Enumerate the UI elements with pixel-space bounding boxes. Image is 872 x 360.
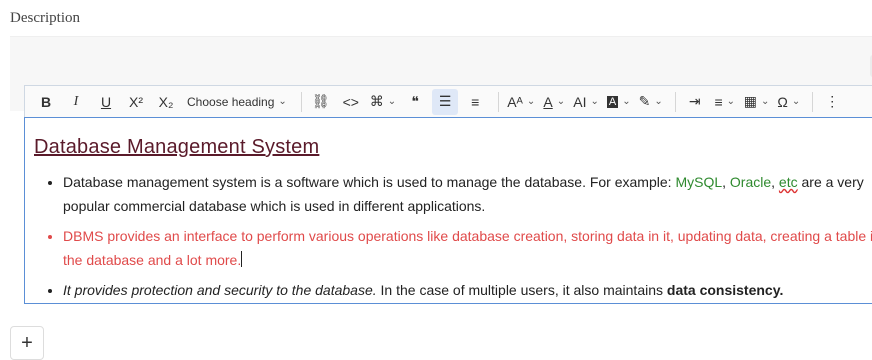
- chevron-down-icon: ⌄: [556, 96, 566, 107]
- mysql-link: MySQL: [675, 174, 723, 190]
- toolbar-divider: [674, 91, 676, 112]
- item3-italic: It provides protection and security to t…: [63, 282, 377, 298]
- indent-icon[interactable]: ⇥: [682, 89, 708, 115]
- align-label: ≡: [714, 93, 723, 110]
- etc-text: etc: [778, 174, 798, 190]
- code-icon[interactable]: <>: [338, 89, 364, 115]
- font-color-icon[interactable]: A ⌄: [541, 89, 567, 115]
- chevron-down-icon: ⌄: [590, 96, 599, 107]
- italic-button[interactable]: I: [63, 89, 89, 115]
- blockquote-icon[interactable]: ❝: [402, 89, 428, 115]
- toolbar-divider: [812, 91, 814, 112]
- editor-content[interactable]: Database Management System Database mana…: [24, 117, 872, 304]
- ai-label: AI: [573, 93, 587, 110]
- special-characters-icon[interactable]: Ω ⌄: [775, 89, 802, 115]
- highlight-label: ✎: [638, 93, 651, 109]
- list-item: DBMS provides an interface to perform va…: [63, 224, 872, 272]
- underline-button[interactable]: U: [93, 89, 119, 115]
- chevron-down-icon: ⌄: [654, 96, 663, 107]
- heading-label: Choose heading: [187, 94, 275, 109]
- subscript-button[interactable]: X₂: [153, 89, 179, 115]
- font-color-label: A: [543, 93, 553, 110]
- item1-sep: ,: [722, 174, 730, 190]
- superscript-button[interactable]: X²: [123, 89, 149, 115]
- numbered-list-icon[interactable]: ≡: [462, 89, 488, 115]
- insert-label: ⌘: [369, 93, 384, 109]
- chevron-down-icon: ⌄: [526, 96, 536, 107]
- font-size-icon[interactable]: Aᴬ ⌄: [505, 89, 537, 115]
- highlight-icon[interactable]: ✎ ⌄: [637, 89, 665, 115]
- list-item: It provides protection and security to t…: [63, 278, 872, 302]
- background-color-icon[interactable]: A ⌄: [605, 89, 633, 115]
- list-item: Database management system is a software…: [63, 170, 872, 218]
- chevron-down-icon: ⌄: [791, 96, 801, 107]
- toolbar-divider: [300, 91, 302, 112]
- heading-dropdown[interactable]: Choose heading ⌄: [183, 89, 291, 115]
- ai-assistant-icon[interactable]: AI ⌄: [571, 89, 601, 115]
- chevron-down-icon: ⌄: [622, 96, 631, 107]
- text-cursor: [241, 251, 243, 267]
- add-block-button[interactable]: +: [10, 326, 44, 360]
- special-chars-label: Ω: [777, 93, 788, 110]
- item3-text: In the case of multiple users, it also m…: [376, 282, 667, 298]
- table-label: ▦: [743, 93, 757, 109]
- document-heading: Database Management System: [34, 136, 320, 158]
- bold-button[interactable]: B: [33, 89, 59, 115]
- item2-text: DBMS provides an interface to perform va…: [63, 228, 872, 268]
- link-icon[interactable]: ⛓: [308, 89, 334, 115]
- more-toolbar-icon[interactable]: ⋮: [819, 89, 845, 115]
- chevron-down-icon: ⌄: [387, 96, 397, 107]
- chevron-down-icon: ⌄: [278, 96, 287, 107]
- align-icon[interactable]: ≡ ⌄: [712, 89, 738, 115]
- font-size-label: Aᴬ: [507, 93, 523, 110]
- item1-text-a: Database management system is a software…: [63, 174, 676, 190]
- table-icon[interactable]: ▦ ⌄: [742, 89, 772, 115]
- bullet-list-icon[interactable]: ☰: [432, 88, 459, 115]
- chevron-down-icon: ⌄: [760, 96, 770, 107]
- oracle-link: Oracle: [729, 174, 772, 190]
- item3-bold: data consistency.: [666, 282, 784, 298]
- bullet-list: Database management system is a software…: [25, 170, 872, 308]
- bg-color-label: A: [606, 95, 619, 108]
- toolbar-divider: [498, 91, 500, 112]
- insert-media-icon[interactable]: ⌘ ⌄: [368, 89, 398, 115]
- item1-comma: ,: [771, 174, 779, 190]
- chevron-down-icon: ⌄: [726, 96, 736, 107]
- editor-toolbar: B I U X² X₂ Choose heading ⌄ ⛓ <> ⌘ ⌄ ❝ ☰ …: [24, 85, 872, 117]
- description-label: Description: [10, 10, 80, 26]
